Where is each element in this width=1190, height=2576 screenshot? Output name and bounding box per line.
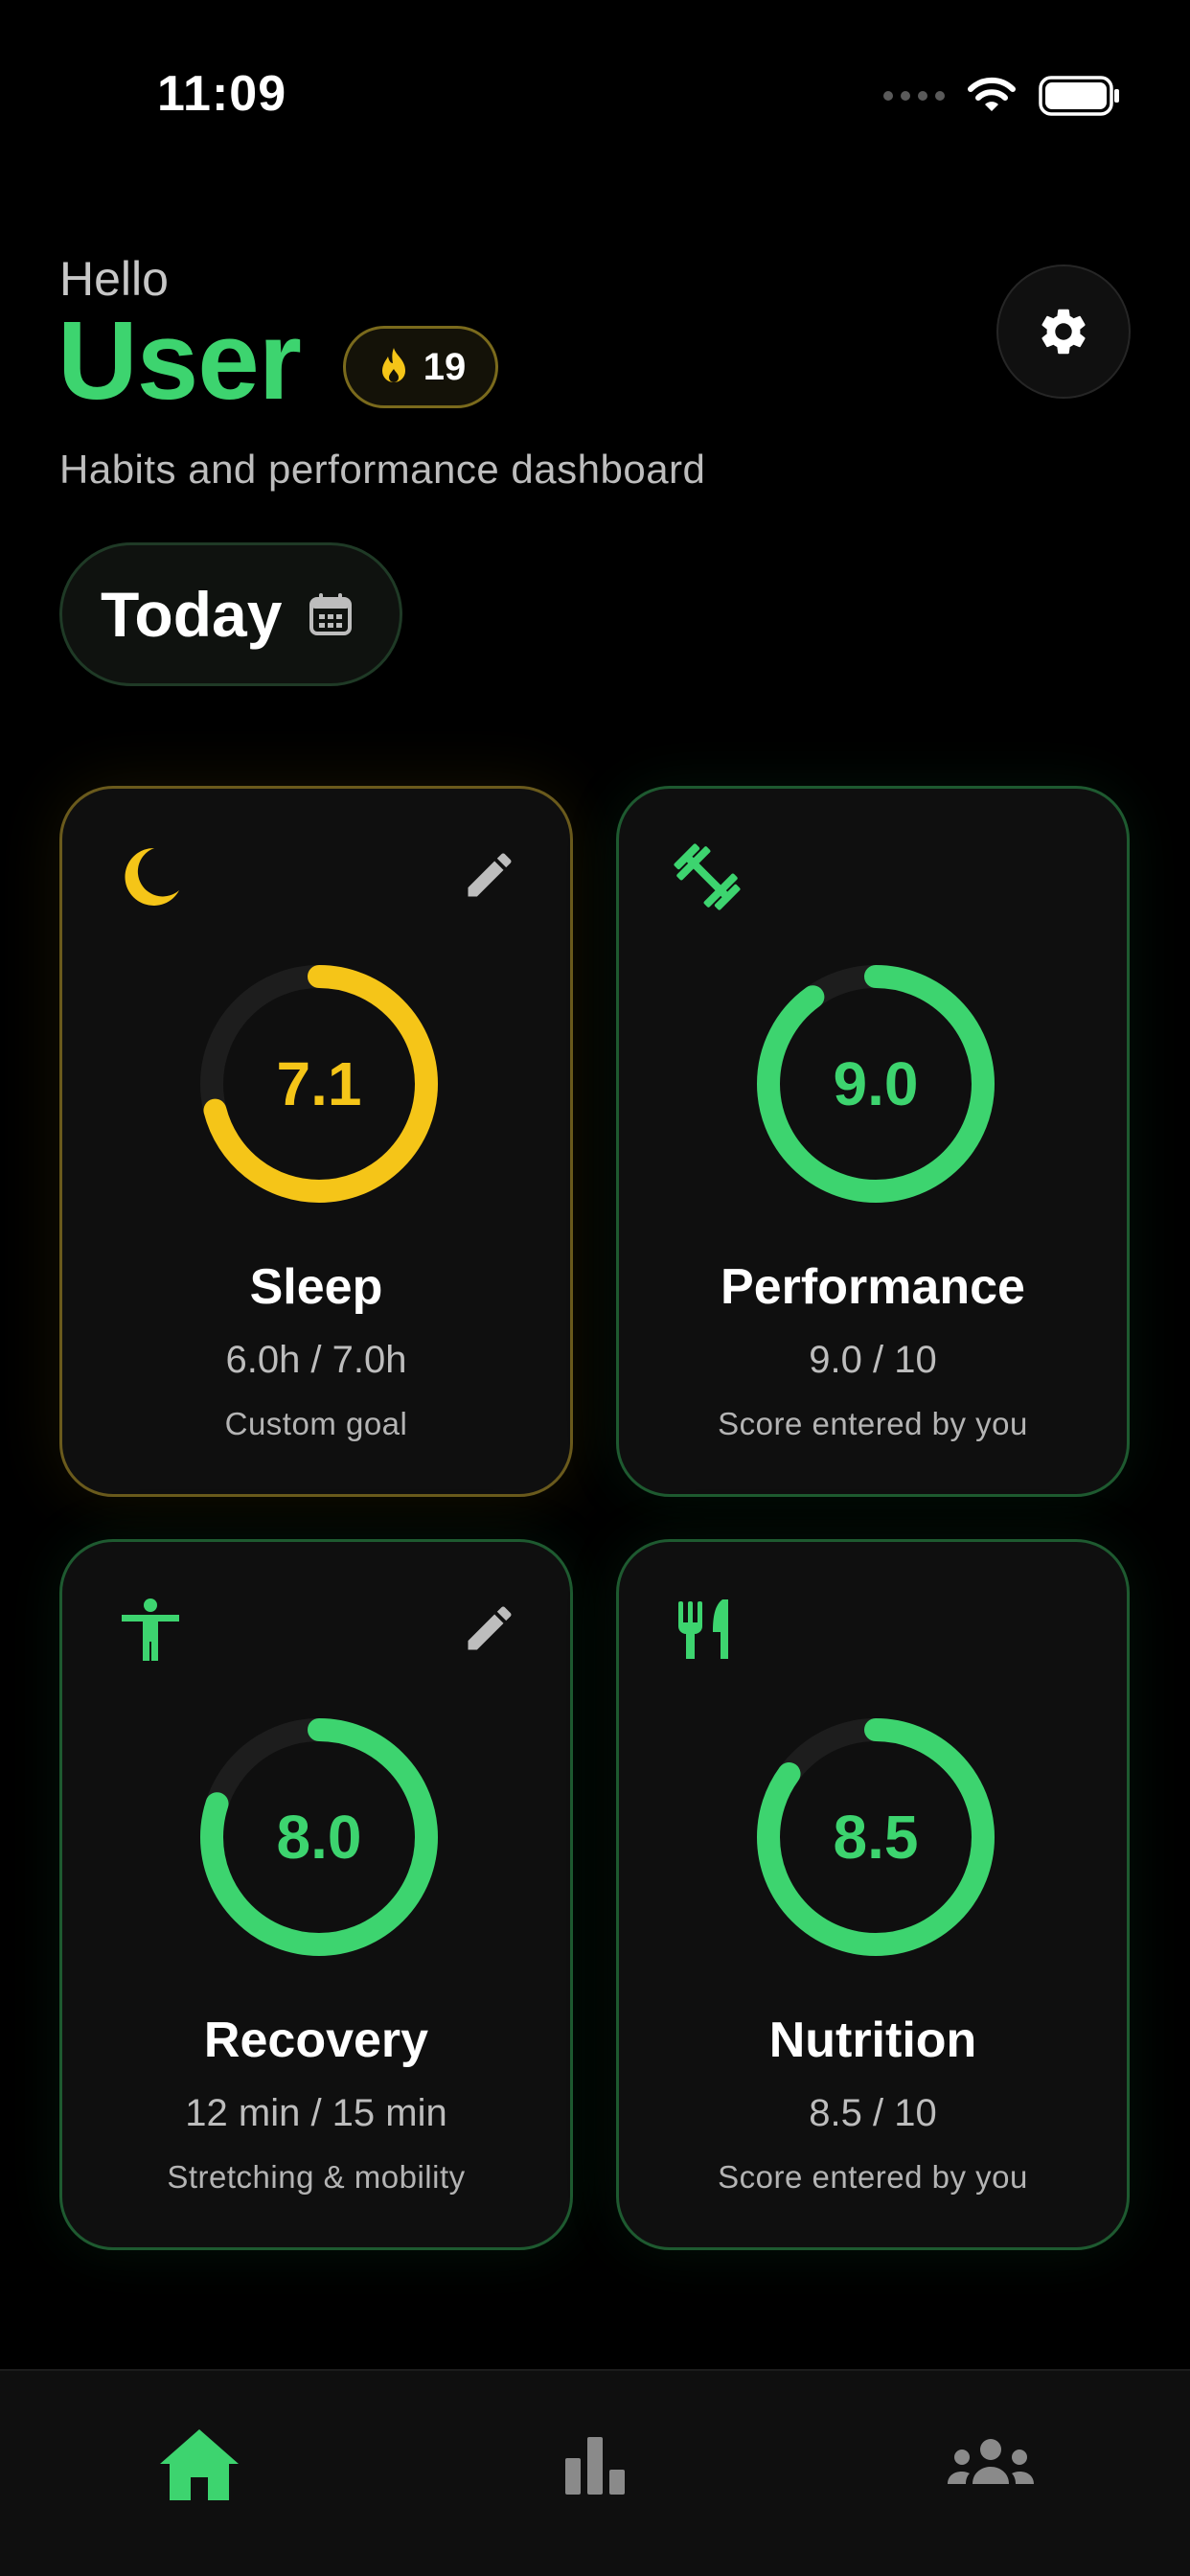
performance-title: Performance — [721, 1259, 1025, 1315]
recovery-score: 8.0 — [276, 1803, 362, 1872]
tab-bar — [0, 2369, 1190, 2576]
sleep-metric: 6.0h / 7.0h — [225, 1339, 407, 1381]
streak-count: 19 — [423, 345, 467, 388]
recovery-card[interactable]: 8.0 Recovery 12 min / 15 min Stretching … — [59, 1539, 573, 2250]
status-time: 11:09 — [157, 66, 287, 122]
dashboard-subtitle: Habits and performance dashboard — [59, 447, 706, 492]
nutrition-score: 8.5 — [833, 1803, 919, 1872]
status-icons — [883, 69, 1121, 123]
performance-note: Score entered by you — [718, 1406, 1028, 1441]
calendar-icon — [309, 593, 353, 635]
dumbbell-icon — [674, 843, 741, 910]
wifi-icon — [968, 77, 1016, 111]
dashboard-screen: 11:09 Hello User 19 Habits and performan… — [0, 0, 1190, 2576]
streak-badge[interactable]: 19 — [343, 326, 498, 408]
sleep-score: 7.1 — [276, 1049, 362, 1118]
nutrition-note: Score entered by you — [718, 2159, 1028, 2195]
home-icon — [160, 2429, 239, 2500]
tab-home[interactable] — [153, 2419, 245, 2511]
tab-community[interactable] — [945, 2419, 1037, 2511]
pencil-icon[interactable] — [461, 1599, 518, 1657]
recovery-title: Recovery — [203, 2012, 429, 2068]
gear-icon — [1041, 309, 1086, 355]
performance-card[interactable]: 9.0 Performance 9.0 / 10 Score entered b… — [616, 786, 1130, 1497]
recovery-note: Stretching & mobility — [167, 2159, 466, 2195]
date-selector[interactable]: Today — [59, 542, 402, 686]
nutrition-metric: 8.5 / 10 — [809, 2092, 937, 2134]
date-selector-label: Today — [101, 579, 283, 650]
sleep-note: Custom goal — [224, 1406, 408, 1441]
recovery-metric: 12 min / 15 min — [185, 2092, 447, 2134]
person-stretch-icon — [122, 1598, 179, 1661]
cellular-signal-icon — [883, 91, 945, 101]
moon-icon — [125, 847, 179, 906]
tab-stats[interactable] — [549, 2419, 641, 2511]
settings-button[interactable] — [996, 264, 1131, 399]
fork-knife-icon — [678, 1599, 728, 1659]
community-icon — [948, 2439, 1034, 2484]
status-bar: 11:09 — [0, 0, 1190, 144]
flame-icon — [381, 348, 405, 382]
bar-chart-icon — [565, 2437, 625, 2495]
pencil-icon[interactable] — [461, 846, 518, 904]
sleep-title: Sleep — [249, 1259, 383, 1315]
sleep-card[interactable]: 7.1 Sleep 6.0h / 7.0h Custom goal — [59, 786, 573, 1497]
nutrition-card[interactable]: 8.5 Nutrition 8.5 / 10 Score entered by … — [616, 1539, 1130, 2250]
user-name: User — [57, 298, 302, 423]
battery-icon — [1039, 76, 1119, 116]
performance-metric: 9.0 / 10 — [809, 1339, 937, 1381]
performance-score: 9.0 — [833, 1049, 919, 1118]
nutrition-title: Nutrition — [768, 2012, 977, 2068]
